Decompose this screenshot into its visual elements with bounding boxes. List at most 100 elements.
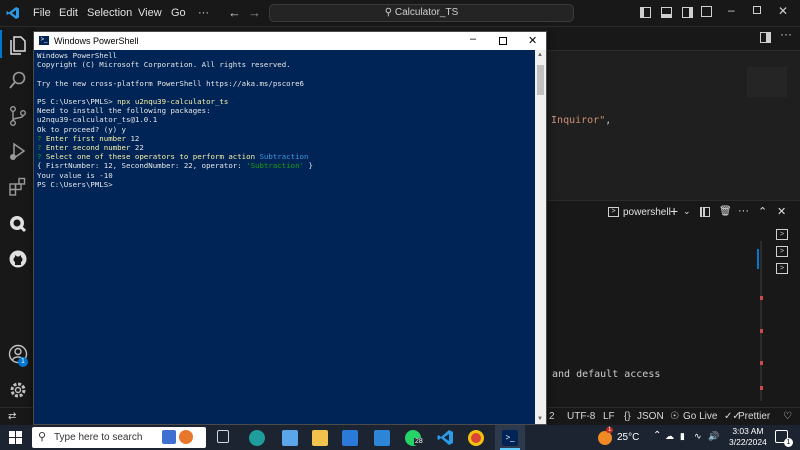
command-center-label: Calculator_TS: [394, 7, 459, 18]
forward-arrow-icon[interactable]: →: [248, 5, 261, 20]
scroll-up-icon[interactable]: ▲: [537, 52, 543, 58]
search-icon: ⚲: [384, 7, 393, 18]
minimize-icon[interactable]: –: [728, 3, 735, 17]
prompt-question: Enter first number: [45, 133, 131, 143]
question-mark: ?: [37, 152, 46, 162]
terminal-tab-icon[interactable]: >: [776, 263, 788, 274]
search-icon[interactable]: [7, 69, 29, 91]
more-icon[interactable]: ···: [738, 205, 749, 217]
settings-gear-icon[interactable]: [7, 379, 29, 401]
ps-minimize-icon[interactable]: –: [470, 33, 476, 45]
go-live-button[interactable]: Go Live: [683, 411, 717, 422]
language-status[interactable]: JSON: [637, 411, 664, 422]
console-line: Windows PowerShell: [37, 51, 118, 60]
back-arrow-icon[interactable]: ←: [228, 5, 241, 20]
indent-status[interactable]: 2: [549, 411, 555, 422]
menu-more[interactable]: ···: [198, 7, 209, 19]
taskbar-clock[interactable]: 3:03 AM 3/22/2024: [729, 426, 767, 448]
prettier-status[interactable]: Prettier: [738, 411, 770, 422]
menu-view[interactable]: View: [138, 7, 162, 19]
scroll-down-icon[interactable]: ▼: [537, 416, 543, 422]
editor-code-snippet: d Inquiror",: [539, 115, 611, 126]
menu-file[interactable]: File: [33, 7, 51, 19]
console-line: Ok to proceed? (y) y: [37, 124, 126, 134]
editor-string: d Inquiror": [539, 115, 606, 126]
toggle-sidebar-icon[interactable]: [640, 7, 651, 18]
terminal-scrollbar[interactable]: [760, 241, 762, 401]
ps-maximize-icon[interactable]: [499, 37, 507, 45]
split-editor-icon[interactable]: [760, 32, 771, 43]
operator-string: 'Subtraction': [246, 161, 304, 171]
taskbar-search-placeholder: Type here to search: [54, 432, 143, 443]
run-debug-icon[interactable]: [7, 140, 29, 162]
microsoft-store-icon[interactable]: [342, 430, 358, 446]
search-highlight-icon: [162, 430, 176, 444]
laptop-app-icon[interactable]: [282, 430, 298, 446]
restore-icon[interactable]: [753, 6, 761, 14]
menu-selection[interactable]: Selection: [87, 7, 132, 19]
toggle-panel-icon[interactable]: [661, 7, 672, 18]
terminal-name[interactable]: powershell: [623, 207, 671, 218]
wifi-icon[interactable]: ∿: [694, 431, 702, 442]
menu-edit[interactable]: Edit: [59, 7, 78, 19]
eol-status[interactable]: LF: [603, 411, 615, 422]
file-explorer-icon[interactable]: [312, 430, 328, 446]
weather-temperature[interactable]: 25°C: [617, 432, 639, 443]
mail-icon[interactable]: [374, 430, 390, 446]
volume-icon[interactable]: 🔊: [708, 431, 719, 442]
terminal-tab-icon[interactable]: >: [776, 246, 788, 257]
cloud-icon[interactable]: ☁: [665, 431, 674, 442]
quokka-icon[interactable]: [7, 212, 29, 234]
edge-icon[interactable]: [249, 430, 265, 446]
command-center[interactable]: ⚲ Calculator_TS: [269, 4, 574, 22]
taskbar-search-box[interactable]: ⚲ Type here to search: [32, 427, 206, 448]
powershell-titlebar[interactable]: >_ Windows PowerShell – ✕: [34, 32, 546, 50]
powershell-taskbar-icon[interactable]: >_: [502, 430, 518, 446]
notifications-bell-icon[interactable]: ♡: [783, 411, 792, 422]
maximize-panel-icon[interactable]: ⌃: [758, 205, 767, 218]
prompt-answer: 12: [130, 133, 140, 143]
battery-icon[interactable]: ▮: [680, 431, 685, 442]
weather-icon[interactable]: [598, 431, 612, 445]
vscode-logo-icon[interactable]: [6, 6, 20, 20]
new-terminal-icon[interactable]: +: [670, 203, 678, 219]
chrome-icon[interactable]: [468, 430, 484, 446]
editor-tab-bar: ···: [547, 27, 800, 51]
powershell-window[interactable]: >_ Windows PowerShell – ✕ ▲ ▼ Windows Po…: [33, 31, 547, 425]
task-view-icon[interactable]: [217, 430, 229, 443]
show-hidden-icons[interactable]: ⌃: [653, 430, 661, 441]
vscode-taskbar-icon[interactable]: [437, 429, 454, 446]
remote-icon[interactable]: ⇄: [8, 411, 16, 422]
close-panel-icon[interactable]: ✕: [777, 205, 786, 218]
result-object-end: }: [304, 161, 313, 171]
clock-time: 3:03 AM: [732, 426, 764, 436]
trash-icon[interactable]: 🗑: [719, 206, 732, 217]
terminal-marker: [760, 329, 763, 333]
console-line: Try the new cross-platform PowerShell ht…: [37, 78, 304, 88]
ps-close-icon[interactable]: ✕: [528, 34, 537, 47]
source-control-icon[interactable]: [7, 105, 29, 127]
editor-punct: ,: [605, 115, 612, 126]
console-prompt: PS C:\Users\PMLS>: [37, 97, 118, 107]
terminal-dropdown-icon[interactable]: ⌄: [683, 206, 691, 217]
console-prompt: PS C:\Users\PMLS>: [37, 179, 113, 189]
close-icon[interactable]: ✕: [778, 4, 788, 18]
menu-go[interactable]: Go: [171, 7, 186, 19]
github-icon[interactable]: [7, 248, 29, 270]
terminal-marker: [760, 361, 763, 365]
split-terminal-icon[interactable]: [700, 207, 710, 217]
extensions-icon[interactable]: [7, 176, 29, 198]
ps-scroll-thumb[interactable]: [537, 65, 544, 95]
terminal-tab-icon[interactable]: >: [776, 229, 788, 240]
customize-layout-icon[interactable]: [701, 6, 712, 17]
more-actions-icon[interactable]: ···: [780, 27, 792, 41]
active-indicator: [0, 30, 2, 58]
explorer-icon[interactable]: [7, 34, 29, 56]
console-command: npx u2nqu39-calculator_ts: [117, 97, 229, 107]
ps-scrollbar[interactable]: ▲ ▼: [535, 50, 546, 424]
windows-start-icon[interactable]: [9, 431, 22, 444]
powershell-console[interactable]: Windows PowerShell Copyright (C) Microso…: [37, 51, 534, 424]
prompt-answer: Subtraction: [259, 152, 309, 162]
encoding-status[interactable]: UTF-8: [567, 411, 595, 422]
toggle-secondary-sidebar-icon[interactable]: [682, 7, 693, 18]
